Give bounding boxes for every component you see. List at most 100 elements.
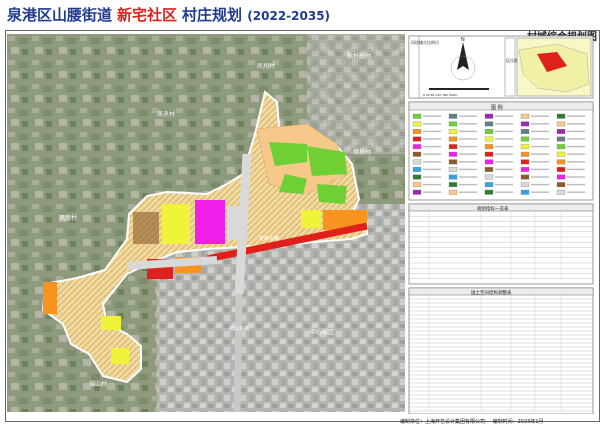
legend-swatch bbox=[520, 189, 530, 195]
magenta-block bbox=[195, 200, 225, 244]
legend-swatch bbox=[484, 129, 494, 134]
green-forest-4 bbox=[317, 184, 347, 204]
legend-text-placeholder bbox=[495, 176, 513, 178]
indicator-table bbox=[408, 203, 594, 285]
legend-text-placeholder bbox=[459, 161, 477, 163]
legend-swatch bbox=[448, 167, 458, 172]
compass-title: 风玫瑰与比例尺 bbox=[411, 39, 439, 45]
legend-text-placeholder bbox=[459, 130, 477, 133]
legend-text-placeholder bbox=[423, 130, 441, 133]
legend-swatch bbox=[556, 182, 566, 188]
road-label: 南山北路 bbox=[229, 325, 249, 332]
legend-swatch bbox=[484, 174, 494, 180]
orange-block-3 bbox=[43, 282, 57, 314]
brown-block bbox=[133, 212, 159, 244]
legend-swatch bbox=[484, 182, 494, 188]
scale-bar bbox=[429, 88, 489, 90]
legend-swatch bbox=[556, 159, 566, 165]
legend-text-placeholder bbox=[531, 176, 549, 178]
legend-text-placeholder bbox=[567, 168, 585, 171]
legend-swatch bbox=[484, 121, 494, 127]
scale-label: 0 20 60 120 180 300m bbox=[423, 93, 457, 97]
legend-swatch bbox=[556, 189, 566, 195]
legend-text-placeholder bbox=[495, 145, 513, 148]
legend-swatch bbox=[520, 151, 530, 157]
legend-swatch bbox=[412, 129, 422, 134]
legend-text-placeholder bbox=[459, 115, 477, 117]
legend-text-placeholder bbox=[531, 130, 549, 133]
legend-text-placeholder bbox=[567, 153, 585, 155]
legend-swatch bbox=[556, 136, 566, 142]
legend-swatch bbox=[448, 129, 458, 134]
legend-swatch bbox=[412, 151, 422, 157]
legend-swatch bbox=[556, 151, 566, 157]
legend-swatch bbox=[520, 174, 530, 180]
legend-text-placeholder bbox=[531, 153, 549, 155]
legend-swatch bbox=[484, 167, 494, 172]
legend-swatch bbox=[412, 159, 422, 165]
legend-swatch bbox=[520, 129, 530, 134]
legend-text-placeholder bbox=[567, 176, 585, 178]
legend-swatch bbox=[448, 113, 458, 119]
footer-org: 编制单位：上海开艺设计集团有限公司 bbox=[400, 419, 486, 425]
compass-title-strip bbox=[408, 35, 420, 99]
legend-swatch bbox=[556, 167, 566, 172]
legend-swatch bbox=[412, 174, 422, 180]
header: 泉港区山腰街道 新宅社区 村庄规划 (2022-2035) bbox=[0, 0, 605, 28]
yellow-block-2 bbox=[301, 210, 321, 228]
legend-text-placeholder bbox=[531, 161, 549, 163]
legend-text-placeholder bbox=[495, 183, 513, 186]
legend-text-placeholder bbox=[495, 123, 513, 125]
page-title: 泉港区山腰街道 新宅社区 村庄规划 (2022-2035) bbox=[7, 4, 330, 25]
legend-text-placeholder bbox=[567, 191, 585, 193]
legend-text-placeholder bbox=[423, 161, 441, 163]
yellow-block-3 bbox=[101, 316, 121, 330]
legend-text-placeholder bbox=[423, 191, 441, 193]
legend-text-placeholder bbox=[495, 153, 513, 155]
legend-swatch bbox=[520, 121, 530, 127]
legend-text-placeholder bbox=[567, 161, 585, 163]
legend-text-placeholder bbox=[495, 138, 513, 140]
legend-title: 图 例 bbox=[491, 104, 503, 111]
location-title-strip bbox=[504, 37, 516, 97]
legend-swatch bbox=[412, 121, 422, 127]
place-label: 凤来村 bbox=[157, 110, 175, 118]
legend-text-placeholder bbox=[459, 183, 477, 186]
map-svg: 凤翔村 狄杆庭村 凤来村 凤南村 樟泉村 中心城区 瑞山村 宏峰中路 南山北路 bbox=[7, 34, 405, 413]
legend-text-placeholder bbox=[423, 183, 441, 186]
legend-swatch bbox=[484, 136, 494, 142]
road-south bbox=[233, 293, 243, 413]
place-label: 凤南村 bbox=[59, 214, 77, 222]
legend-text-placeholder bbox=[531, 168, 549, 171]
yellow-block-4 bbox=[111, 348, 129, 364]
legend-text-placeholder bbox=[531, 115, 549, 117]
legend-text-placeholder bbox=[459, 153, 477, 155]
yellow-block-1 bbox=[162, 204, 190, 244]
legend-swatch bbox=[520, 167, 530, 172]
legend-text-placeholder bbox=[495, 130, 513, 133]
side-panel: 风玫瑰与比例尺 N 0 20 60 120 180 300m 区位图 图 例 规… bbox=[407, 34, 595, 415]
legend-text-placeholder bbox=[423, 123, 441, 125]
legend-swatch bbox=[448, 144, 458, 150]
legend-swatch bbox=[448, 182, 458, 188]
map-area: 凤翔村 狄杆庭村 凤来村 凤南村 樟泉村 中心城区 瑞山村 宏峰中路 南山北路 bbox=[7, 34, 405, 413]
legend-text-placeholder bbox=[423, 176, 441, 178]
legend-swatch bbox=[556, 129, 566, 134]
place-label: 中心城区 bbox=[310, 328, 334, 336]
legend-swatch bbox=[412, 182, 422, 188]
place-label: 凤翔村 bbox=[257, 62, 275, 70]
legend-swatch bbox=[412, 189, 422, 195]
legend-text-placeholder bbox=[531, 123, 549, 125]
legend-text-placeholder bbox=[459, 176, 477, 178]
legend-text-placeholder bbox=[459, 123, 477, 125]
legend-text-placeholder bbox=[495, 161, 513, 163]
footer: 编制单位：上海开艺设计集团有限公司 编制时间：2023年1月 bbox=[400, 418, 550, 425]
green-forest-1 bbox=[269, 142, 307, 166]
legend-text-placeholder bbox=[531, 138, 549, 140]
location-title: 区位图 bbox=[506, 57, 518, 63]
legend-text-placeholder bbox=[567, 130, 585, 133]
legend-swatch bbox=[448, 121, 458, 127]
legend-swatch bbox=[484, 159, 494, 165]
legend-swatch bbox=[448, 136, 458, 142]
legend-swatch bbox=[520, 159, 530, 165]
